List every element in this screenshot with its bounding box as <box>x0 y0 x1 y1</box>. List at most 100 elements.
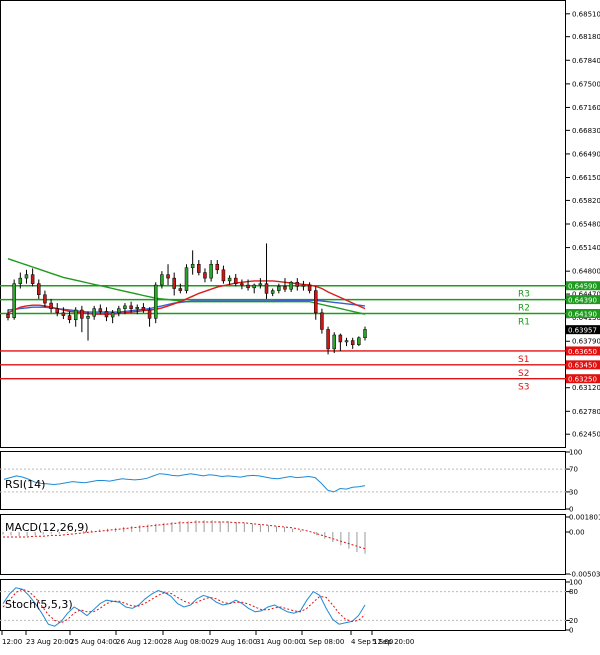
macd-tick-label: 0.001801 <box>569 514 600 522</box>
candle-body <box>184 267 189 291</box>
price-tick-label: 0.67840 <box>572 57 600 65</box>
price-tick-label: 0.66150 <box>572 174 600 182</box>
candle-body <box>104 311 109 318</box>
rsi-indicator: 100 70 30 0 RSI(14) <box>0 449 582 514</box>
candle-body <box>252 284 256 289</box>
candle-body <box>338 334 343 343</box>
candle-body <box>314 290 318 314</box>
time-tick-label: 23 Aug 20:00 <box>26 638 73 646</box>
candle-body <box>141 307 146 311</box>
price-tick-label: 0.65140 <box>572 244 600 252</box>
level-price-label: 0.64190 <box>568 310 597 318</box>
price-tick-label: 0.64800 <box>572 268 600 276</box>
stoch-tick-label: 0 <box>569 627 573 635</box>
candle-body <box>43 294 47 304</box>
candle-body <box>190 263 195 268</box>
macd-label: MACD(12,26,9) <box>5 521 89 534</box>
macd-indicator: 0.001801 0.00 -0.005035 MACD(12,26,9) <box>2 514 600 579</box>
candle-body <box>289 282 293 290</box>
stoch-label: Stoch(5,5,3) <box>5 598 73 611</box>
level-name-s3: S3 <box>518 383 529 393</box>
candle-body <box>227 277 232 282</box>
price-tick-label: 0.66490 <box>572 150 600 158</box>
price-tick-label: 0.68510 <box>572 10 600 18</box>
candle-body <box>307 284 312 291</box>
candle-body <box>270 290 275 294</box>
price-tick-label: 0.62450 <box>572 431 600 439</box>
candle-body <box>117 308 121 314</box>
candle-body <box>86 316 90 319</box>
candle-body <box>135 307 140 309</box>
level-name-s1: S1 <box>518 355 529 365</box>
price-tick-label: 0.63120 <box>572 384 600 392</box>
rsi-line <box>3 473 366 493</box>
candle-body <box>215 263 220 271</box>
candle-body <box>67 315 72 320</box>
price-tick-label: 0.63790 <box>572 338 600 346</box>
last-price-label: 0.63957 <box>568 326 597 334</box>
candle-body <box>264 283 269 294</box>
candle-body <box>24 274 29 279</box>
level-name-r2: R2 <box>518 304 530 314</box>
candle-body <box>166 274 170 279</box>
candle-body <box>320 312 324 330</box>
price-panel <box>0 0 566 448</box>
time-tick-label: 26 Aug 12:00 <box>116 638 163 646</box>
candle-body <box>80 309 84 319</box>
candle-body <box>350 340 355 345</box>
candle-body <box>277 286 281 291</box>
time-tick-label: 1 Sep 08:00 <box>302 638 344 646</box>
pivot-levels: R3 0.64590 R2 0.64390 R1 0.64190 S1 0.63650 S2 0.… <box>0 281 600 393</box>
level-price-label: 0.63250 <box>568 376 597 384</box>
price-tick-label: 0.67500 <box>572 80 600 88</box>
candle-body <box>203 272 207 279</box>
candle-body <box>73 309 78 320</box>
price-tick-label: 0.68180 <box>572 33 600 41</box>
candle-body <box>110 312 115 318</box>
candle-body <box>92 308 96 317</box>
macd-tick-label: 0.00 <box>569 529 585 537</box>
candle-body <box>240 283 244 286</box>
candle-body <box>6 313 10 318</box>
level-price-label: 0.63450 <box>568 362 597 370</box>
price-tick-label: 0.66830 <box>572 127 600 135</box>
level-name-r1: R1 <box>518 317 530 327</box>
stoch-tick-label: 100 <box>569 579 582 587</box>
candle-body <box>209 263 213 279</box>
candle-body <box>326 329 330 350</box>
candle-body <box>344 340 349 343</box>
last-price-marker: 0.63957 <box>566 325 600 334</box>
rsi-tick-label: 70 <box>569 466 578 474</box>
level-price-label: 0.64590 <box>568 283 597 291</box>
time-tick-label: 29 Aug 16:00 <box>210 638 257 646</box>
level-price-label: 0.64390 <box>568 296 597 304</box>
rsi-label: RSI(14) <box>5 478 45 491</box>
price-tick-label: 0.65820 <box>572 197 600 205</box>
candle-body <box>61 312 66 316</box>
stoch-tick-label: 80 <box>569 588 578 596</box>
candle-body <box>221 269 226 282</box>
chart-canvas: 0.68510 0.68180 0.67840 0.67500 0.67160 0.668… <box>0 0 600 646</box>
candle-body <box>98 308 103 312</box>
time-tick-label: 12:00 <box>2 638 22 646</box>
candle-body <box>258 283 263 286</box>
candle-body <box>233 277 238 284</box>
price-tick-label: 0.62780 <box>572 408 600 416</box>
candle-body <box>301 284 306 287</box>
candle-body <box>123 305 127 309</box>
level-name-s2: S2 <box>518 369 529 379</box>
price-tick-label: 0.65480 <box>572 221 600 229</box>
candle-body <box>18 277 23 284</box>
candle-body <box>37 283 41 296</box>
candle-body <box>172 277 176 289</box>
time-tick-label: 25 Aug 04:00 <box>70 638 117 646</box>
candle-body <box>30 274 35 284</box>
rsi-tick-label: 30 <box>569 488 578 496</box>
candle-body <box>160 274 164 286</box>
time-axis: 12:00 23 Aug 20:0025 Aug 04:0026 Aug 12:0… <box>1 631 414 646</box>
chart-window: 0.68510 0.68180 0.67840 0.67500 0.67160 0.668… <box>0 0 600 651</box>
candle-body <box>246 284 250 289</box>
stoch-indicator: 10080 20 0 Stoch(5,5,3) <box>0 579 582 635</box>
candle-body <box>147 309 152 319</box>
candle-body <box>197 263 201 273</box>
